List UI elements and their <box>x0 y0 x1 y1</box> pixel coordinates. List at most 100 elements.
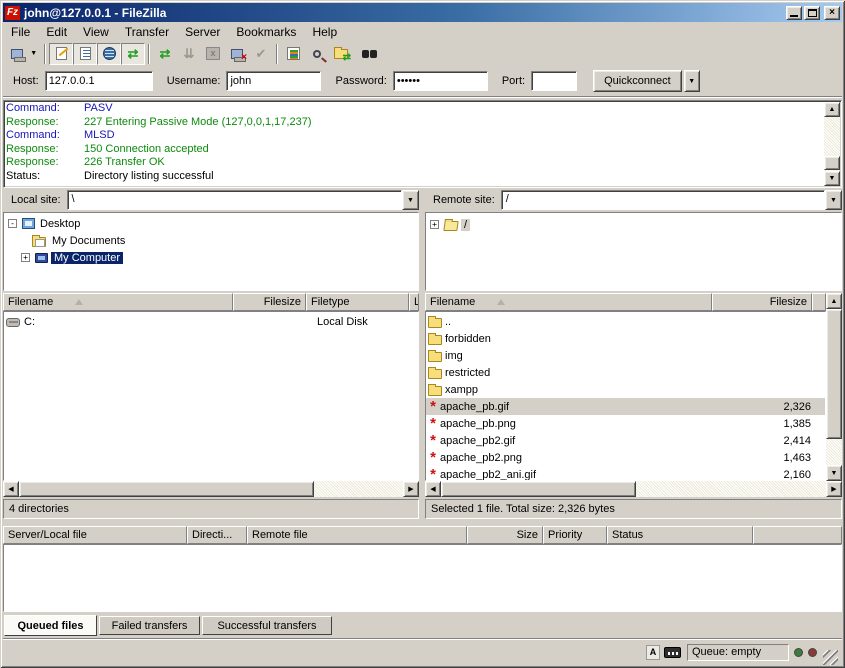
column-header-last-modified[interactable]: L <box>409 293 419 311</box>
column-header-remote-file[interactable]: Remote file <box>247 526 467 544</box>
title-bar[interactable]: Fz john@127.0.0.1 - FileZilla × <box>3 3 842 22</box>
scroll-up-button[interactable]: ▲ <box>824 102 840 117</box>
scroll-up-button[interactable]: ▲ <box>826 293 842 309</box>
port-input[interactable] <box>531 71 577 91</box>
tree-item-label[interactable]: Desktop <box>37 218 83 230</box>
remote-hscrollbar[interactable]: ◀ ▶ <box>425 481 842 497</box>
file-row[interactable]: xampp <box>426 381 825 398</box>
scroll-left-button[interactable]: ◀ <box>3 481 19 497</box>
menu-view[interactable]: View <box>75 23 117 41</box>
scroll-right-button[interactable]: ▶ <box>403 481 419 497</box>
column-header-filesize[interactable]: Filesize <box>233 293 306 311</box>
file-row[interactable]: * apache_pb.png 1,385 <box>426 415 825 432</box>
collapse-icon[interactable]: - <box>8 219 17 228</box>
tree-item-label[interactable]: My Computer <box>51 252 123 264</box>
menu-server[interactable]: Server <box>177 23 228 41</box>
file-row[interactable]: * apache_pb2.gif 2,414 <box>426 432 825 449</box>
filter-button[interactable] <box>281 43 305 65</box>
column-header-filesize[interactable]: Filesize <box>712 293 812 311</box>
remote-vscrollbar[interactable]: ▲ ▼ <box>826 293 842 481</box>
local-site-combo[interactable]: \ ▼ <box>67 190 419 210</box>
minimize-icon <box>790 15 798 17</box>
username-input[interactable] <box>226 71 321 91</box>
tree-item-root[interactable]: + / <box>430 216 841 233</box>
menu-help[interactable]: Help <box>304 23 345 41</box>
synchronized-browsing-button[interactable] <box>353 43 377 65</box>
tree-item-label[interactable]: My Documents <box>49 235 128 247</box>
local-site-value[interactable]: \ <box>67 190 402 210</box>
file-name: xampp <box>445 384 730 396</box>
menu-transfer[interactable]: Transfer <box>117 23 177 41</box>
chevron-down-icon[interactable]: ▼ <box>402 190 419 210</box>
directory-comparison-button[interactable]: ⇄ <box>329 43 353 65</box>
quickconnect-dropdown-button[interactable]: ▼ <box>684 70 700 92</box>
column-header-status[interactable]: Status <box>607 526 753 544</box>
minimize-button[interactable] <box>786 6 802 20</box>
column-header-filetype[interactable]: Filetype <box>306 293 409 311</box>
scroll-down-button[interactable]: ▼ <box>826 465 842 481</box>
quickconnect-button[interactable]: Quickconnect <box>593 70 682 92</box>
tab-successful-transfers[interactable]: Successful transfers <box>202 616 332 635</box>
resize-grip[interactable] <box>823 650 838 665</box>
column-header-filename[interactable]: Filename <box>3 293 233 311</box>
menu-file[interactable]: File <box>3 23 38 41</box>
queue-status-panel: Queue: empty <box>687 644 789 661</box>
expand-icon[interactable]: + <box>21 253 30 262</box>
tree-item-label[interactable]: / <box>461 219 470 231</box>
reconnect-button[interactable]: ✔ <box>249 43 273 65</box>
remote-site-value[interactable]: / <box>501 190 825 210</box>
column-header-direction[interactable]: Directi... <box>187 526 247 544</box>
host-input[interactable] <box>45 71 153 91</box>
file-row[interactable]: * apache_pb2_ani.gif 2,160 <box>426 466 825 481</box>
file-row[interactable]: forbidden <box>426 330 825 347</box>
toggle-message-log-button[interactable] <box>49 43 73 65</box>
local-hscrollbar[interactable]: ◀ ▶ <box>3 481 419 497</box>
toggle-queue-button[interactable]: ⇄ <box>121 43 145 65</box>
file-row[interactable]: .. <box>426 313 825 330</box>
toggle-remote-tree-button[interactable] <box>97 43 121 65</box>
log-scrollbar[interactable]: ▲ ▼ <box>824 102 840 186</box>
password-input[interactable] <box>393 71 488 91</box>
maximize-button[interactable] <box>804 6 820 20</box>
expand-icon[interactable]: + <box>430 220 439 229</box>
site-manager-button[interactable]: ▼ <box>7 43 41 65</box>
column-header-server-local-file[interactable]: Server/Local file <box>3 526 187 544</box>
remote-site-label: Remote site: <box>425 190 501 210</box>
scroll-left-button[interactable]: ◀ <box>425 481 441 497</box>
menu-bookmarks[interactable]: Bookmarks <box>228 23 304 41</box>
column-header-priority[interactable]: Priority <box>543 526 607 544</box>
scroll-thumb[interactable] <box>441 481 636 497</box>
close-button[interactable]: × <box>824 6 840 20</box>
column-header-size[interactable]: Size <box>467 526 543 544</box>
process-queue-button[interactable]: ⇊ <box>177 43 201 65</box>
file-row[interactable]: * apache_pb2.png 1,463 <box>426 449 825 466</box>
file-row[interactable]: restricted <box>426 364 825 381</box>
file-row-c-drive[interactable]: C: Local Disk <box>4 313 418 330</box>
tab-failed-transfers[interactable]: Failed transfers <box>99 616 200 635</box>
tree-item-my-documents[interactable]: My Documents <box>8 232 418 249</box>
scroll-thumb[interactable] <box>19 481 314 497</box>
tree-item-my-computer[interactable]: + My Computer <box>8 249 418 266</box>
tab-queued-files[interactable]: Queued files <box>4 615 97 636</box>
disconnect-button[interactable]: × <box>225 43 249 65</box>
cancel-operation-button[interactable]: x <box>201 43 225 65</box>
file-row[interactable]: img <box>426 347 825 364</box>
refresh-button[interactable]: ⇄ <box>153 43 177 65</box>
column-header-filename[interactable]: Filename <box>425 293 712 311</box>
log-line: Response: 226 Transfer OK <box>4 156 841 170</box>
local-tree-icon <box>80 47 91 60</box>
my-documents-icon <box>32 237 46 247</box>
menu-edit[interactable]: Edit <box>38 23 75 41</box>
scroll-thumb[interactable] <box>824 156 840 170</box>
remote-site-combo[interactable]: / ▼ <box>501 190 842 210</box>
file-row-selected[interactable]: * apache_pb.gif 2,326 <box>426 398 825 415</box>
scroll-right-button[interactable]: ▶ <box>826 481 842 497</box>
scroll-down-button[interactable]: ▼ <box>824 171 840 186</box>
toggle-local-tree-button[interactable] <box>73 43 97 65</box>
local-site-row: Local site: \ ▼ <box>3 190 419 210</box>
log-label: Response: <box>6 156 84 170</box>
scroll-thumb[interactable] <box>826 309 842 439</box>
tree-item-desktop[interactable]: - Desktop <box>8 215 418 232</box>
find-files-button[interactable] <box>305 43 329 65</box>
chevron-down-icon[interactable]: ▼ <box>825 190 842 210</box>
